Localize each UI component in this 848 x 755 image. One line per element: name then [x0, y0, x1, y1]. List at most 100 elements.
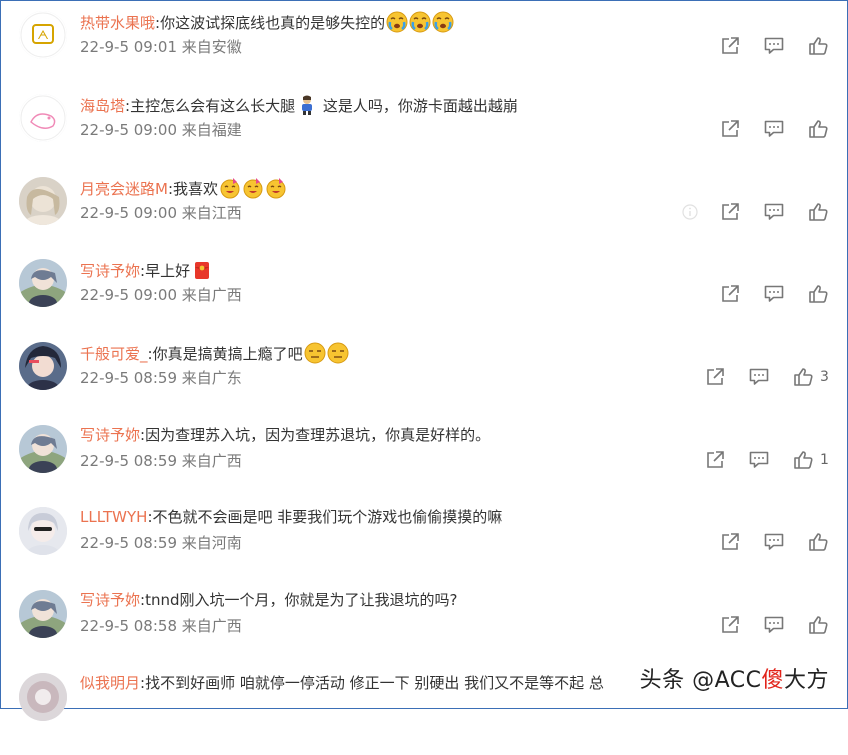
comment-text-continued: 这是人吗，你游卡面越出越崩: [318, 97, 518, 115]
comment-item: 写诗予妳:tnnd刚入坑一个月，你就是为了让我退坑的吗? 22-9-5 08:58…: [1, 590, 847, 672]
comment-time: 22-9-5 08:58: [80, 617, 177, 635]
reply-button[interactable]: [763, 118, 785, 140]
party-face-emoji-icon: [242, 177, 264, 199]
comment-location: 来自广西: [181, 452, 242, 470]
comment-username[interactable]: 写诗予妳: [80, 591, 140, 609]
share-icon: [719, 35, 741, 57]
avatar[interactable]: [19, 177, 67, 225]
share-button[interactable]: [719, 118, 741, 140]
tear-face-emoji-icon: [386, 11, 408, 33]
comment-text-line: 写诗予妳:tnnd刚入坑一个月，你就是为了让我退坑的吗?: [80, 590, 457, 610]
share-icon: [719, 531, 741, 553]
avatar[interactable]: [19, 507, 67, 555]
comment-icon: [748, 449, 770, 471]
avatar[interactable]: [19, 590, 67, 638]
comment-icon: [763, 531, 785, 553]
comment-meta: 22-9-5 09:01 来自安徽: [80, 37, 242, 57]
comment-actions: [697, 118, 829, 140]
tear-face-emoji-icon: [432, 11, 454, 33]
like-button[interactable]: 3: [792, 366, 829, 388]
smirk-face-emoji-icon: [327, 342, 349, 364]
like-button[interactable]: [807, 531, 829, 553]
comment-item: 写诗予妳:因为查理苏入坑，因为查理苏退坑，你真是好样的。 22-9-5 08:59…: [1, 425, 847, 507]
comment-meta: 22-9-5 09:00 来自福建: [80, 120, 242, 140]
avatar[interactable]: [19, 259, 67, 307]
comment-actions: [697, 614, 829, 636]
like-button[interactable]: 1: [792, 449, 829, 471]
comment-text-line: 写诗予妳:早上好: [80, 259, 213, 281]
avatar[interactable]: [19, 94, 67, 142]
share-button[interactable]: [719, 531, 741, 553]
like-icon: [807, 35, 829, 57]
like-icon: [807, 531, 829, 553]
like-button[interactable]: [807, 283, 829, 305]
share-button[interactable]: [704, 449, 726, 471]
avatar[interactable]: [19, 342, 67, 390]
comment-text-line: 写诗予妳:因为查理苏入坑，因为查理苏退坑，你真是好样的。: [80, 425, 490, 445]
share-icon: [719, 614, 741, 636]
like-button[interactable]: [807, 201, 829, 223]
like-count: 3: [820, 369, 829, 385]
comment-text-line: 月亮会迷路M:我喜欢: [80, 177, 287, 199]
comment-time: 22-9-5 09:01: [80, 38, 177, 56]
comment-username[interactable]: 海岛塔: [80, 97, 125, 115]
comment-actions: [697, 35, 829, 57]
avatar[interactable]: [19, 425, 67, 473]
reply-button[interactable]: [763, 531, 785, 553]
figure-emoji-icon: [296, 94, 318, 116]
comment-location: 来自广西: [181, 286, 242, 304]
share-button[interactable]: [719, 283, 741, 305]
comment-username[interactable]: 千般可爱_: [80, 345, 148, 363]
reply-button[interactable]: [763, 283, 785, 305]
comment-location: 来自安徽: [181, 38, 242, 56]
comment-time: 22-9-5 09:00: [80, 286, 177, 304]
comment-username[interactable]: 热带水果哦: [80, 14, 155, 32]
share-button[interactable]: [719, 614, 741, 636]
like-button[interactable]: [807, 614, 829, 636]
like-icon: [792, 366, 814, 388]
comment-location: 来自江西: [181, 204, 242, 222]
share-button[interactable]: [704, 366, 726, 388]
party-face-emoji-icon: [219, 177, 241, 199]
comment-text: :主控怎么会有这么长大腿: [125, 97, 296, 115]
like-button[interactable]: [807, 35, 829, 57]
comment-text-line: LLLTWYH:不色就不会画是吧 非要我们玩个游戏也偷偷摸摸的嘛: [80, 507, 502, 527]
comment-text: :找不到好画师 咱就停一停活动 修正一下 别硬出 我们又不是等不起 总: [140, 674, 604, 692]
comment-icon: [763, 35, 785, 57]
watermark-prefix: 头条 @ACC: [639, 668, 762, 693]
comment-location: 来自河南: [181, 534, 242, 552]
avatar[interactable]: [19, 673, 67, 721]
like-icon: [807, 118, 829, 140]
comment-meta: 22-9-5 09:00 来自江西: [80, 203, 242, 223]
reply-button[interactable]: [763, 35, 785, 57]
reply-button[interactable]: [748, 366, 770, 388]
reply-button[interactable]: [748, 449, 770, 471]
comment-time: 22-9-5 09:00: [80, 204, 177, 222]
comment-time: 22-9-5 09:00: [80, 121, 177, 139]
comment-location: 来自福建: [181, 121, 242, 139]
watermark: 头条 @ACC傻大方: [640, 662, 829, 694]
info-icon[interactable]: [679, 201, 701, 223]
comment-text: :你这波试探底线也真的是够失控的: [155, 14, 386, 32]
like-button[interactable]: [807, 118, 829, 140]
comment-meta: 22-9-5 09:00 来自广西: [80, 285, 242, 305]
like-count: 1: [820, 452, 829, 468]
red-envelope-emoji-icon: [191, 259, 213, 281]
comment-icon: [748, 366, 770, 388]
comment-username[interactable]: LLLTWYH: [80, 508, 147, 526]
comment-username[interactable]: 似我明月: [80, 674, 140, 692]
comment-actions: [697, 531, 829, 553]
reply-button[interactable]: [763, 614, 785, 636]
comment-username[interactable]: 月亮会迷路M: [80, 180, 168, 198]
reply-button[interactable]: [763, 201, 785, 223]
comment-text: :你真是搞黄搞上瘾了吧: [147, 345, 303, 363]
comment-username[interactable]: 写诗予妳: [80, 262, 140, 280]
share-icon: [719, 118, 741, 140]
share-icon: [704, 366, 726, 388]
share-icon: [719, 283, 741, 305]
comment-username[interactable]: 写诗予妳: [80, 426, 140, 444]
share-button[interactable]: [719, 201, 741, 223]
comment-text: :因为查理苏入坑，因为查理苏退坑，你真是好样的。: [140, 426, 491, 444]
avatar[interactable]: ᗅ: [19, 11, 67, 59]
share-button[interactable]: [719, 35, 741, 57]
